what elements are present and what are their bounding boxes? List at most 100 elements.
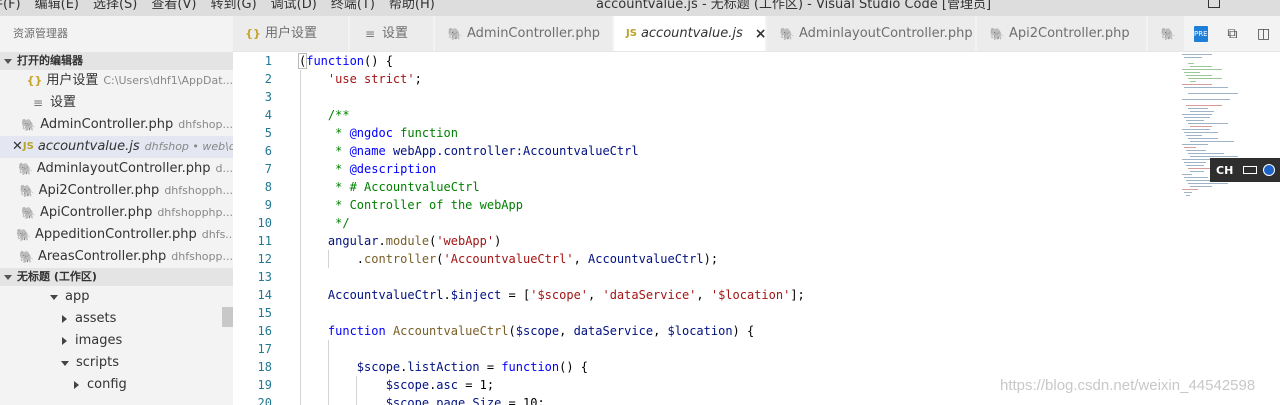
close-tab-icon[interactable]: × [755, 16, 767, 51]
minimap[interactable] [1176, 52, 1280, 405]
code-line[interactable]: angular.module('webApp') [299, 232, 501, 250]
tree-folder[interactable]: config [0, 374, 233, 396]
minimap-line [1186, 150, 1206, 151]
code-line[interactable]: * Controller of the webApp [299, 196, 523, 214]
open-editor-item[interactable]: 🐘 AppeditionController.php dhfs... [0, 224, 233, 246]
json-file-icon: {} [245, 27, 261, 40]
minimap-line [1186, 75, 1212, 76]
tab-accountvalue-js[interactable]: JS accountvalue.js × [614, 16, 767, 51]
code-line[interactable]: $scope.asc = 1; [299, 376, 494, 394]
minimap-line [1184, 177, 1208, 178]
tab-label: 用户设置 [265, 26, 318, 41]
menu-file[interactable]: 件(F) [0, 0, 21, 12]
code-line[interactable]: AccountvalueCtrl.$inject = ['$scope', 'd… [299, 286, 805, 304]
open-editor-name: AdminlayoutController.php [36, 161, 211, 176]
menu-edit[interactable]: 编辑(E) [35, 0, 79, 12]
tab-label: AdminController.php [467, 26, 601, 41]
open-editor-item[interactable]: ≡ 设置 [0, 92, 233, 114]
tab-settings[interactable]: ≡ 设置 [350, 16, 434, 51]
open-editor-path: dhfshopphp... [157, 206, 233, 219]
tab-admin-controller[interactable]: 🐘 AdminController.php [435, 16, 613, 51]
minimap-line [1190, 126, 1212, 127]
split-editor-icon[interactable]: ◫ [1257, 26, 1270, 42]
php-file-icon: 🐘 [19, 250, 34, 264]
open-editor-item[interactable]: 🐘 ApiController.php dhfshopphp... [0, 202, 233, 224]
tree-folder-name: config [87, 377, 127, 392]
open-editor-path: dhfshopph... [164, 184, 233, 197]
tree-folder-name: app [65, 289, 90, 304]
tree-folder-name: assets [75, 311, 117, 326]
ime-indicator[interactable]: CH [1210, 158, 1280, 182]
code-line[interactable]: $scope.listAction = function() { [299, 358, 588, 376]
line-number: 13 [257, 270, 272, 284]
code-line[interactable]: $scope.page_Size = 10; [299, 394, 545, 405]
open-editor-path: dhfshop • web\d... [144, 140, 233, 153]
tab-api2-controller[interactable]: 🐘 Api2Controller.php [977, 16, 1147, 51]
restore-window-icon[interactable] [1208, 0, 1220, 8]
code-line[interactable]: * @ngdoc function [299, 124, 458, 142]
menu-debug[interactable]: 调试(D) [271, 0, 317, 12]
line-number: 5 [264, 126, 272, 140]
close-icon[interactable]: ✕ [12, 136, 23, 158]
minimap-line [1182, 99, 1230, 100]
minimap-line [1188, 93, 1238, 94]
php-file-icon: 🐘 [20, 206, 36, 220]
code-line[interactable]: .controller('AccountvalueCtrl', Accountv… [299, 250, 718, 268]
sidebar-scrollbar[interactable] [222, 307, 233, 327]
compare-icon[interactable]: ⧉ [1227, 26, 1237, 42]
line-number: 19 [257, 378, 272, 392]
minimap-line [1184, 132, 1218, 133]
tab-label: 设置 [382, 26, 409, 41]
menu-view[interactable]: 查看(V) [151, 0, 196, 12]
chevron-down-icon [4, 274, 12, 280]
open-editor-item[interactable]: {} 用户设置 C:\Users\dhf1\AppDat... [0, 70, 233, 92]
code-line[interactable]: * @name webApp.controller:AccountvalueCt… [299, 142, 638, 160]
tree-folder[interactable]: assets [0, 308, 233, 330]
code-editor[interactable]: 1 2 3 4 5 6 7 8 9 10 11 12 13 14 15 16 1… [233, 52, 1280, 405]
php-file-icon: 🐘 [21, 118, 37, 132]
keyboard-icon [1243, 166, 1258, 174]
chevron-down-icon [4, 58, 12, 64]
tab-label: accountvalue.js [640, 26, 743, 41]
code-line[interactable]: */ [299, 214, 349, 232]
open-editors-header[interactable]: 打开的编辑器 [0, 52, 233, 70]
minimap-line [1190, 81, 1196, 82]
tab-user-settings[interactable]: {} 用户设置 [233, 16, 349, 51]
code-line[interactable]: function AccountvalueCtrl($scope, dataSe… [299, 322, 754, 340]
open-editor-item[interactable]: 🐘 AdminlayoutController.php d... [0, 158, 233, 180]
line-number: 12 [257, 252, 272, 266]
tab-adminlayout-controller[interactable]: 🐘 AdminlayoutController.php [767, 16, 976, 51]
line-number: 10 [257, 216, 272, 230]
open-editor-item[interactable]: 🐘 Api2Controller.php dhfshopph... [0, 180, 233, 202]
code-line[interactable]: /** [299, 106, 350, 124]
code-line[interactable]: * @description [299, 160, 436, 178]
open-editor-item[interactable]: 🐘 AdminController.php dhfshop... [0, 114, 233, 136]
open-preview-icon[interactable]: PRE [1193, 26, 1208, 42]
code-line[interactable]: 'use strict'; [299, 70, 422, 88]
minimap-line [1186, 165, 1204, 166]
sidebar-title: 资源管理器 [13, 27, 68, 40]
open-editor-item[interactable]: 🐘 AreasController.php dhfshopp... [0, 246, 233, 268]
open-editor-item-active[interactable]: ✕ JS accountvalue.js dhfshop • web\d... [0, 136, 233, 158]
menu-terminal[interactable]: 终端(T) [331, 0, 375, 12]
minimap-line [1188, 123, 1228, 124]
minimap-line [1186, 135, 1202, 136]
tree-folder[interactable]: images [0, 330, 233, 352]
line-number: 1 [264, 54, 272, 68]
code-line[interactable]: (function() { [297, 52, 393, 70]
line-number: 16 [257, 324, 272, 338]
php-file-icon: 🐘 [17, 162, 33, 176]
tab-label: Api2Controller.php [1009, 26, 1130, 41]
menu-help[interactable]: 帮助(H) [389, 0, 435, 12]
open-editor-name: AdminController.php [40, 117, 174, 132]
code-line[interactable]: * # AccountvalueCtrl [299, 178, 480, 196]
workspace-header[interactable]: 无标题 (工作区) [0, 268, 233, 286]
open-editor-name: 设置 [50, 95, 77, 110]
menu-selection[interactable]: 选择(S) [93, 0, 137, 12]
tree-folder[interactable]: app [0, 286, 233, 308]
tree-folder[interactable]: scripts [0, 352, 233, 374]
menu-go[interactable]: 转到(G) [210, 0, 256, 12]
line-number: 4 [264, 108, 272, 122]
minimap-line [1190, 141, 1234, 142]
line-number: 18 [257, 360, 272, 374]
